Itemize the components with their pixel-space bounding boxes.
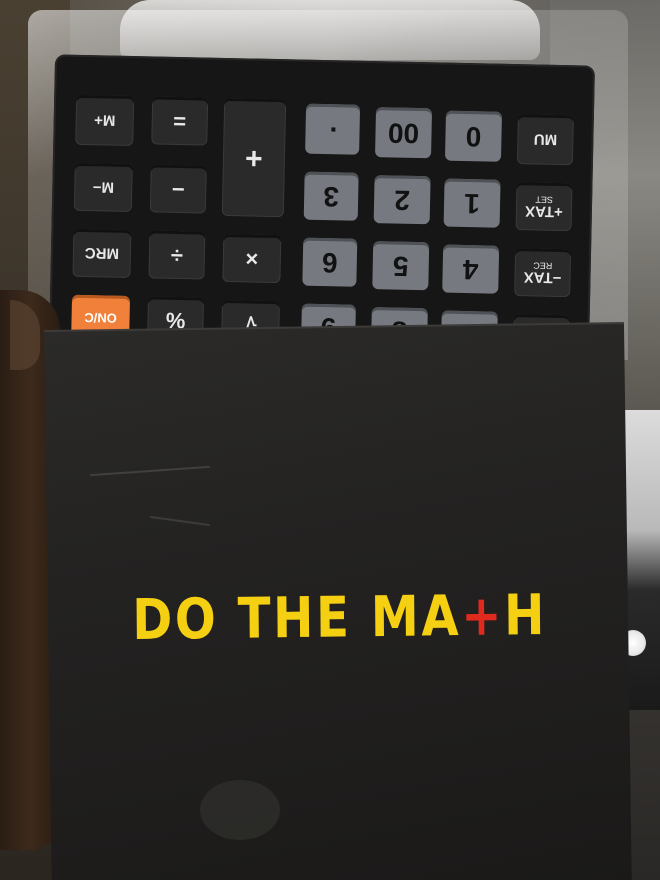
- key-m-plus: M+: [75, 94, 135, 147]
- key-plus: +: [221, 97, 287, 218]
- key-zero: 0: [444, 110, 502, 162]
- calculator: M+ = + · 00 0 MU M− − 3 2 1 +TAX SET MRC…: [49, 54, 595, 362]
- slogan-text-start: DO THE MA: [132, 583, 462, 653]
- slogan-text-end: H: [503, 582, 548, 649]
- key-plus-tax-label: +TAX: [524, 202, 563, 221]
- key-mrc: MRC: [72, 228, 132, 279]
- key-double-zero: 00: [375, 107, 433, 159]
- key-m-minus: M−: [73, 162, 133, 213]
- key-1: 1: [443, 178, 501, 228]
- key-5: 5: [372, 241, 430, 291]
- key-3: 3: [303, 171, 359, 221]
- key-6: 6: [302, 237, 358, 287]
- slogan-plus-sign: +: [460, 583, 505, 649]
- key-minus-tax-sub: REC: [533, 260, 553, 271]
- key-plus-tax-sub: SET: [535, 194, 554, 205]
- key-minus-tax: −TAX REC: [514, 248, 572, 298]
- key-equals: =: [151, 96, 209, 146]
- key-mu: MU: [516, 114, 574, 166]
- plastic-bag-crinkle: [120, 0, 540, 60]
- key-decimal: ·: [305, 103, 361, 155]
- key-minus: −: [149, 164, 207, 214]
- box-slogan: DO THE MA+H: [132, 583, 547, 657]
- key-4: 4: [442, 244, 500, 294]
- box-scuff: [200, 780, 280, 840]
- key-2: 2: [373, 175, 431, 225]
- key-divide: ÷: [148, 230, 206, 280]
- key-minus-tax-label: −TAX: [523, 268, 562, 287]
- photo-scene: M+ = + · 00 0 MU M− − 3 2 1 +TAX SET MRC…: [0, 0, 660, 880]
- key-multiply: ×: [222, 233, 282, 284]
- key-plus-tax: +TAX SET: [515, 182, 573, 232]
